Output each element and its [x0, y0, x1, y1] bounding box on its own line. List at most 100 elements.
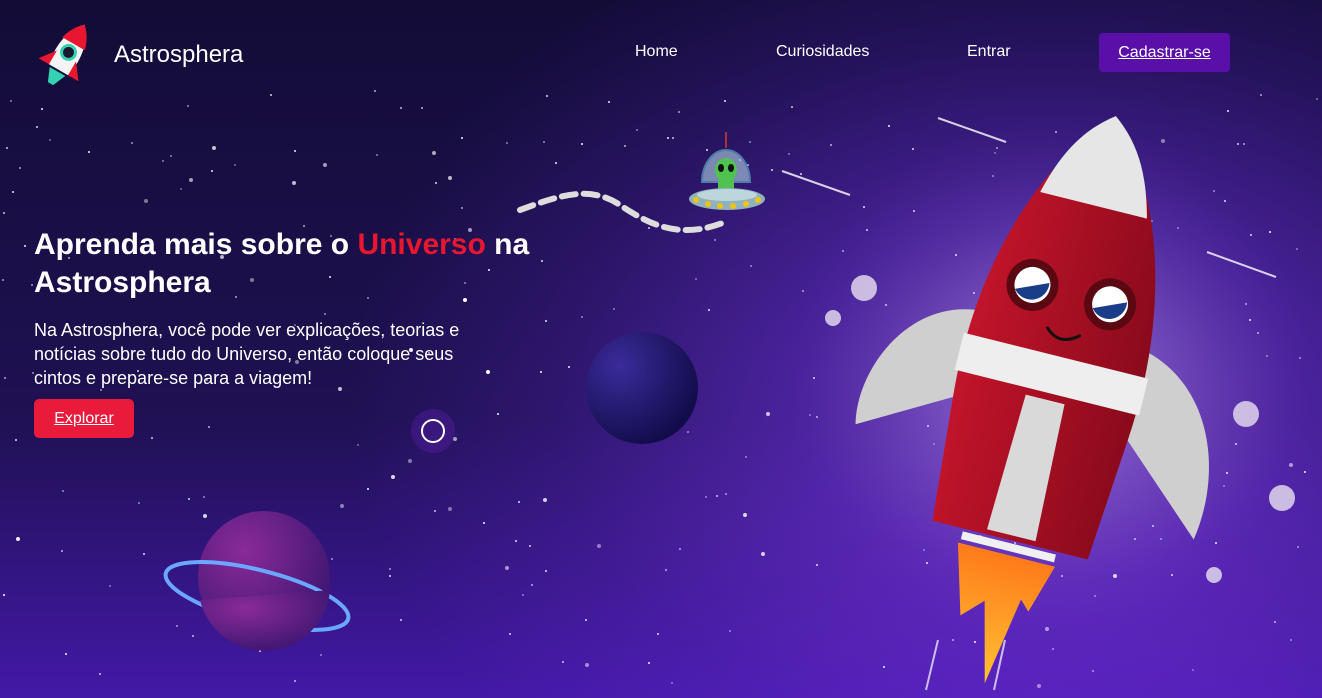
star — [1235, 443, 1237, 445]
star — [729, 630, 731, 632]
star — [1249, 319, 1251, 321]
star — [555, 162, 557, 164]
star — [665, 569, 667, 571]
star — [144, 199, 148, 203]
star — [505, 566, 509, 570]
star — [434, 510, 436, 512]
star — [99, 673, 101, 675]
star — [1266, 355, 1268, 357]
star — [816, 564, 818, 566]
hero-title-highlight: Universo — [357, 228, 486, 261]
nav-curiosidades[interactable]: Curiosidades — [776, 43, 869, 61]
star — [432, 151, 436, 155]
star — [1165, 372, 1167, 374]
star — [176, 625, 178, 627]
star — [597, 544, 601, 548]
star — [788, 153, 790, 155]
logo[interactable]: Astrosphera — [36, 16, 243, 94]
star — [36, 126, 38, 128]
star — [170, 155, 172, 157]
star — [706, 149, 708, 151]
star — [346, 618, 348, 620]
star — [187, 105, 189, 107]
star — [61, 550, 63, 552]
star — [813, 377, 815, 379]
star — [1161, 139, 1165, 143]
star — [376, 154, 378, 156]
star — [1055, 131, 1057, 133]
hero-title: Aprenda mais sobre o Universo na Astrosp… — [34, 226, 554, 302]
star — [974, 641, 976, 643]
star — [1149, 442, 1151, 444]
star — [1085, 319, 1087, 321]
star — [585, 663, 589, 667]
star — [88, 151, 90, 153]
star — [1127, 406, 1129, 408]
star — [816, 416, 818, 418]
star — [203, 514, 207, 518]
star — [10, 100, 12, 102]
star — [913, 210, 915, 212]
nav-home[interactable]: Home — [635, 43, 678, 61]
star — [671, 682, 673, 684]
star — [1007, 374, 1009, 376]
star — [1111, 241, 1113, 243]
star — [192, 635, 194, 637]
signup-button[interactable]: Cadastrar-se — [1099, 33, 1230, 72]
star — [1290, 639, 1292, 641]
star — [62, 490, 64, 492]
star — [739, 159, 741, 161]
star — [212, 146, 216, 150]
site-header: Astrosphera Home Curiosidades Entrar Cad… — [0, 0, 1322, 100]
star — [41, 108, 43, 110]
star — [323, 163, 327, 167]
star — [188, 498, 190, 500]
star — [448, 176, 452, 180]
explore-button[interactable]: Explorar — [34, 399, 134, 438]
star — [1045, 627, 1049, 631]
star — [522, 594, 524, 596]
star — [331, 558, 333, 560]
star — [3, 594, 5, 596]
star — [654, 341, 658, 345]
star — [1257, 332, 1259, 334]
brand-name: Astrosphera — [114, 41, 244, 68]
star — [1094, 595, 1096, 597]
nav-entrar[interactable]: Entrar — [967, 43, 1011, 61]
star — [708, 309, 710, 311]
star — [999, 439, 1001, 441]
star — [24, 245, 26, 247]
star — [954, 442, 958, 446]
star — [716, 495, 718, 497]
star — [771, 169, 773, 171]
star — [927, 425, 929, 427]
star — [292, 181, 296, 185]
star — [1152, 525, 1154, 527]
star — [6, 147, 8, 149]
star — [624, 145, 626, 147]
star — [1299, 357, 1301, 359]
star — [208, 426, 210, 428]
star — [1076, 366, 1078, 368]
star — [31, 284, 33, 286]
star — [1237, 143, 1239, 145]
star — [990, 633, 992, 635]
star — [1227, 110, 1229, 112]
star — [979, 406, 981, 408]
star — [802, 290, 804, 292]
star — [259, 650, 261, 652]
star — [648, 662, 650, 664]
star — [1160, 538, 1162, 540]
star — [400, 107, 402, 109]
star — [1171, 574, 1173, 576]
star — [885, 304, 887, 306]
star — [49, 139, 51, 141]
star — [189, 178, 193, 182]
star — [1224, 200, 1226, 202]
hero-section: Aprenda mais sobre o Universo na Astrosp… — [34, 226, 554, 390]
star — [515, 540, 517, 542]
star — [923, 549, 925, 551]
star — [1092, 670, 1094, 672]
star — [389, 568, 391, 570]
star — [830, 144, 832, 146]
